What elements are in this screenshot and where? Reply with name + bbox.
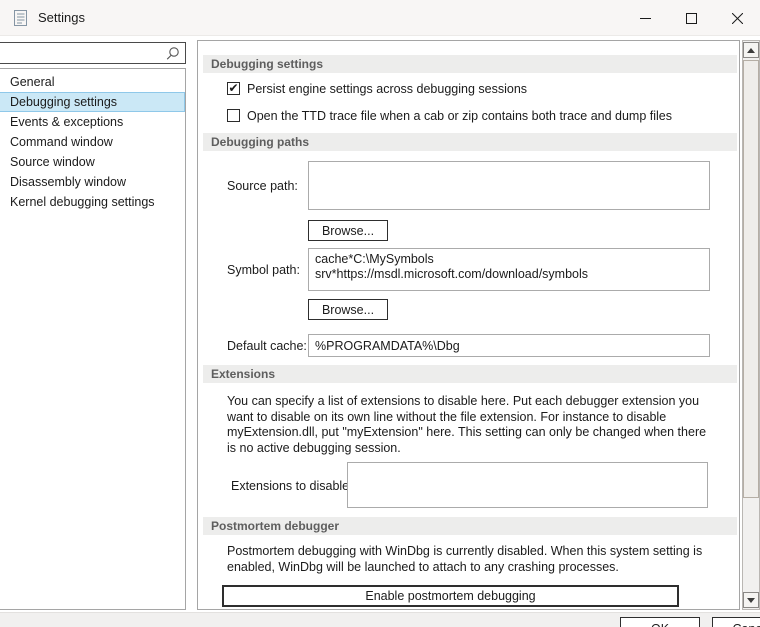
settings-category-list: General Debugging settings Events & exce… [0,68,186,610]
sidebar-item-debugging-settings[interactable]: Debugging settings [0,92,185,112]
sidebar-item-source-window[interactable]: Source window [0,152,185,172]
default-cache-input[interactable] [308,334,710,357]
browse-symbol-path-button[interactable]: Browse... [308,299,388,320]
section-header-debugging-paths: Debugging paths [203,133,737,151]
section-header-debugging-settings: Debugging settings [203,55,737,73]
persist-settings-row: Persist engine settings across debugging… [227,81,527,96]
search-input[interactable] [0,44,165,62]
search-icon [165,46,180,61]
ttd-trace-row: Open the TTD trace file when a cab or zi… [227,108,672,123]
window-title: Settings [38,10,85,25]
cancel-button[interactable]: Cancel [712,617,760,627]
settings-window: Settings General Debugging settings Even… [0,0,760,627]
sidebar-item-general[interactable]: General [0,72,185,92]
persist-settings-label[interactable]: Persist engine settings across debugging… [247,82,527,96]
window-controls [622,0,760,36]
minimize-button[interactable] [622,0,668,36]
section-header-extensions: Extensions [203,365,737,383]
ttd-trace-label[interactable]: Open the TTD trace file when a cab or zi… [247,109,672,123]
source-path-input[interactable] [308,161,710,210]
sidebar-item-disassembly-window[interactable]: Disassembly window [0,172,185,192]
symbol-path-label: Symbol path: [227,263,300,277]
section-header-postmortem-debugger: Postmortem debugger [203,517,737,535]
settings-document-icon [13,9,28,26]
scroll-up-button[interactable] [743,42,759,58]
enable-postmortem-debugging-button[interactable]: Enable postmortem debugging [222,585,679,607]
scrollbar-thumb[interactable] [743,60,759,498]
sidebar-item-command-window[interactable]: Command window [0,132,185,152]
extensions-description: You can specify a list of extensions to … [227,394,707,455]
sidebar-item-kernel-debugging-settings[interactable]: Kernel debugging settings [0,192,185,212]
browse-source-path-button[interactable]: Browse... [308,220,388,241]
titlebar: Settings [0,0,760,36]
source-path-label: Source path: [227,179,298,193]
extensions-to-disable-label: Extensions to disable: [231,479,353,493]
scroll-down-icon [747,597,755,603]
symbol-path-input[interactable]: cache*C:\MySymbols srv*https://msdl.micr… [308,248,710,291]
ttd-trace-checkbox[interactable] [227,109,240,122]
sidebar-item-events-exceptions[interactable]: Events & exceptions [0,112,185,132]
extensions-to-disable-input[interactable] [347,462,708,508]
postmortem-description: Postmortem debugging with WinDbg is curr… [227,544,703,574]
default-cache-label: Default cache: [227,339,307,353]
scroll-up-icon [747,47,755,53]
maximize-button[interactable] [668,0,714,36]
sidebar-search [0,42,186,64]
close-button[interactable] [714,0,760,36]
persist-settings-checkbox[interactable] [227,82,240,95]
scroll-down-button[interactable] [743,592,759,608]
ok-button[interactable]: OK [620,617,700,627]
content-scrollbar [742,40,760,610]
